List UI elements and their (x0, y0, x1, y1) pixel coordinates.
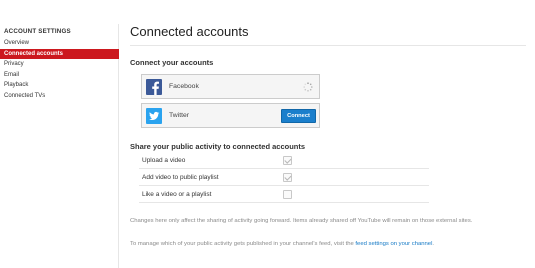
twitter-icon (146, 108, 162, 124)
twitter-label: Twitter (169, 111, 190, 119)
sidebar-item-overview[interactable]: Overview (0, 38, 119, 49)
connect-section-title: Connect your accounts (130, 58, 214, 67)
sidebar: ACCOUNT SETTINGS Overview Connected acco… (0, 24, 119, 268)
feed-settings-note: To manage which of your public activity … (130, 240, 530, 248)
loading-spinner-icon (303, 82, 313, 92)
activity-label: Upload a video (142, 156, 186, 164)
facebook-label: Facebook (169, 82, 199, 90)
share-section-title: Share your public activity to connected … (130, 142, 306, 151)
sidebar-item-playback[interactable]: Playback (0, 80, 119, 91)
sidebar-heading: ACCOUNT SETTINGS (4, 28, 71, 35)
twitter-connect-button[interactable]: Connect (281, 109, 316, 123)
sharing-note: Changes here only affect the sharing of … (130, 218, 473, 224)
feed-settings-link[interactable]: feed settings on your channel (355, 241, 432, 247)
feed-note-suffix: . (432, 241, 435, 247)
sidebar-item-connected-tvs[interactable]: Connected TVs (0, 91, 119, 102)
activity-table: Upload a video Add video to public playl… (139, 152, 429, 203)
activity-row: Upload a video (139, 152, 429, 169)
facebook-account-card: Facebook (141, 74, 320, 99)
activity-row: Like a video or a playlist (139, 186, 429, 203)
page-title: Connected accounts (130, 24, 249, 39)
facebook-icon (146, 79, 162, 95)
main-content: Connected accounts Connect your accounts… (130, 0, 530, 268)
feed-note-prefix: To manage which of your public activity … (130, 241, 356, 247)
like-video-checkbox[interactable] (283, 189, 292, 199)
upload-video-checkbox[interactable] (283, 155, 292, 165)
activity-label: Like a video or a playlist (142, 190, 212, 198)
sidebar-item-email[interactable]: Email (0, 70, 119, 81)
title-divider (130, 45, 526, 46)
twitter-account-card: Twitter Connect (141, 103, 320, 128)
add-to-playlist-checkbox[interactable] (283, 172, 292, 182)
activity-label: Add video to public playlist (142, 173, 219, 181)
sidebar-nav: Overview Connected accounts Privacy Emai… (0, 38, 119, 101)
sidebar-item-privacy[interactable]: Privacy (0, 59, 119, 70)
sidebar-item-connected-accounts[interactable]: Connected accounts (0, 48, 119, 59)
activity-row: Add video to public playlist (139, 169, 429, 186)
